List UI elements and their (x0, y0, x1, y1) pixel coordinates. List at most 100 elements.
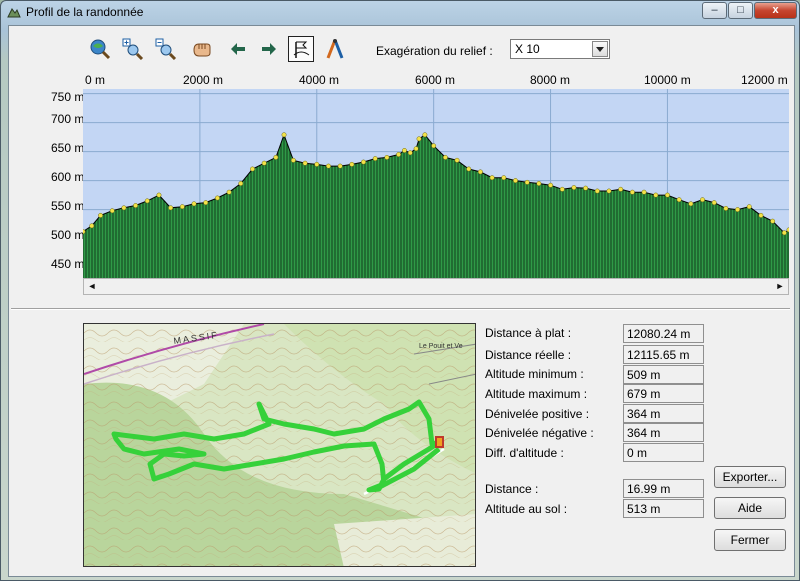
pan-button[interactable] (189, 36, 215, 62)
elevation-point (179, 204, 185, 210)
elevation-point (314, 161, 320, 167)
elevation-point (281, 132, 287, 138)
elevation-point (735, 207, 741, 213)
elevation-point (641, 189, 647, 195)
help-button[interactable]: Aide (714, 497, 786, 519)
stat-value-altitude-diff: 0 m (623, 443, 704, 462)
elevation-point (416, 136, 422, 142)
title-bar[interactable]: Profil de la randonnée – □ x (1, 1, 799, 25)
window-title: Profil de la randonnée (26, 5, 144, 19)
elevation-point (133, 203, 139, 208)
zoom-out-icon (155, 38, 177, 60)
stat-value-altitude-max: 679 m (623, 384, 704, 403)
app-icon (7, 5, 21, 19)
elevation-point (407, 150, 413, 156)
dropdown-button[interactable] (592, 41, 608, 57)
stat-value-positive-gain: 364 m (623, 404, 704, 423)
elevation-point (571, 185, 577, 191)
elevation-point (711, 200, 717, 206)
x-tick-label: 2000 m (183, 73, 224, 87)
elevation-point (401, 148, 407, 153)
pan-hand-icon (193, 43, 211, 57)
elevation-point (477, 169, 483, 175)
elevation-point (261, 160, 267, 166)
elevation-point (302, 160, 308, 166)
measure-button[interactable] (322, 36, 348, 62)
flag-route-icon (293, 41, 310, 58)
cursor-value-altitude: 513 m (623, 499, 704, 518)
elevation-point (758, 212, 764, 218)
route-profile-button[interactable] (288, 36, 314, 62)
elevation-point (214, 195, 220, 201)
elevation-point (144, 198, 150, 204)
elevation-point (337, 163, 343, 169)
elevation-point (513, 178, 518, 184)
stat-label: Diff. d'altitude : (485, 446, 564, 460)
arrow-left-icon (231, 43, 245, 55)
elevation-point (536, 181, 542, 186)
route-map[interactable]: MASSIF Le Pouit et Ve (83, 323, 476, 567)
elevation-point (442, 154, 448, 160)
cursor-label: Distance : (485, 482, 539, 496)
y-tick-label: 450 m (51, 257, 85, 271)
elevation-point (723, 205, 729, 211)
elevation-point (349, 161, 355, 167)
elevation-point (326, 163, 331, 169)
next-button[interactable] (256, 36, 282, 62)
elevation-point (559, 186, 565, 192)
zoom-out-button[interactable] (153, 36, 179, 62)
elevation-point (226, 189, 232, 195)
x-tick-label: 10000 m (644, 73, 691, 87)
scroll-right-arrow-icon[interactable]: ► (772, 279, 788, 294)
elevation-point (121, 205, 127, 211)
x-tick-label: 12000 m (741, 73, 788, 87)
stat-label: Distance réelle : (485, 348, 572, 362)
stat-value-flat-distance: 12080.24 m (623, 324, 704, 343)
elevation-point (80, 229, 86, 235)
y-tick-label: 750 m (51, 90, 85, 104)
elevation-chart[interactable] (80, 89, 792, 295)
elevation-point (422, 132, 428, 138)
maximize-button[interactable]: □ (728, 2, 753, 19)
elevation-point (372, 156, 378, 162)
exaggeration-value: X 10 (515, 42, 540, 56)
elevation-point (688, 201, 694, 207)
stat-label: Dénivelée négative : (485, 426, 594, 440)
exaggeration-label: Exagération du relief : (376, 44, 493, 58)
elevation-point (191, 201, 197, 207)
stat-value-altitude-min: 509 m (623, 365, 704, 384)
elevation-point (203, 200, 209, 206)
elevation-point (786, 227, 792, 233)
elevation-point (431, 143, 437, 149)
elevation-point (700, 197, 705, 203)
elevation-point (746, 204, 752, 210)
elevation-point (653, 192, 659, 198)
exaggeration-select[interactable]: X 10 (510, 39, 610, 59)
scroll-left-arrow-icon[interactable]: ◄ (84, 279, 100, 294)
close-window-button[interactable]: x (754, 2, 797, 19)
close-button[interactable]: Fermer (714, 529, 786, 551)
elevation-point (290, 157, 296, 163)
zoom-in-button[interactable] (120, 36, 146, 62)
stat-label: Altitude minimum : (485, 367, 584, 381)
elevation-point (238, 181, 244, 186)
topographic-map: MASSIF Le Pouit et Ve (84, 324, 475, 566)
stat-value-negative-gain: 364 m (623, 423, 704, 442)
zoom-extent-button[interactable] (87, 36, 113, 62)
zoom-globe-icon (90, 39, 111, 60)
elevation-point (770, 218, 776, 224)
horizontal-scrollbar[interactable]: ◄ ► (83, 278, 789, 295)
minimize-button[interactable]: – (702, 2, 727, 19)
elevation-point (156, 192, 162, 198)
elevation-point (466, 166, 472, 172)
elevation-point (606, 188, 612, 194)
export-button[interactable]: Exporter... (714, 466, 786, 488)
elevation-point (676, 197, 682, 203)
x-tick-label: 0 m (85, 73, 106, 87)
elevation-point (89, 223, 95, 229)
elevation-point (781, 230, 787, 236)
y-tick-label: 700 m (51, 112, 85, 126)
elevation-point (109, 208, 115, 214)
elevation-point (454, 157, 460, 163)
previous-button[interactable] (225, 36, 251, 62)
